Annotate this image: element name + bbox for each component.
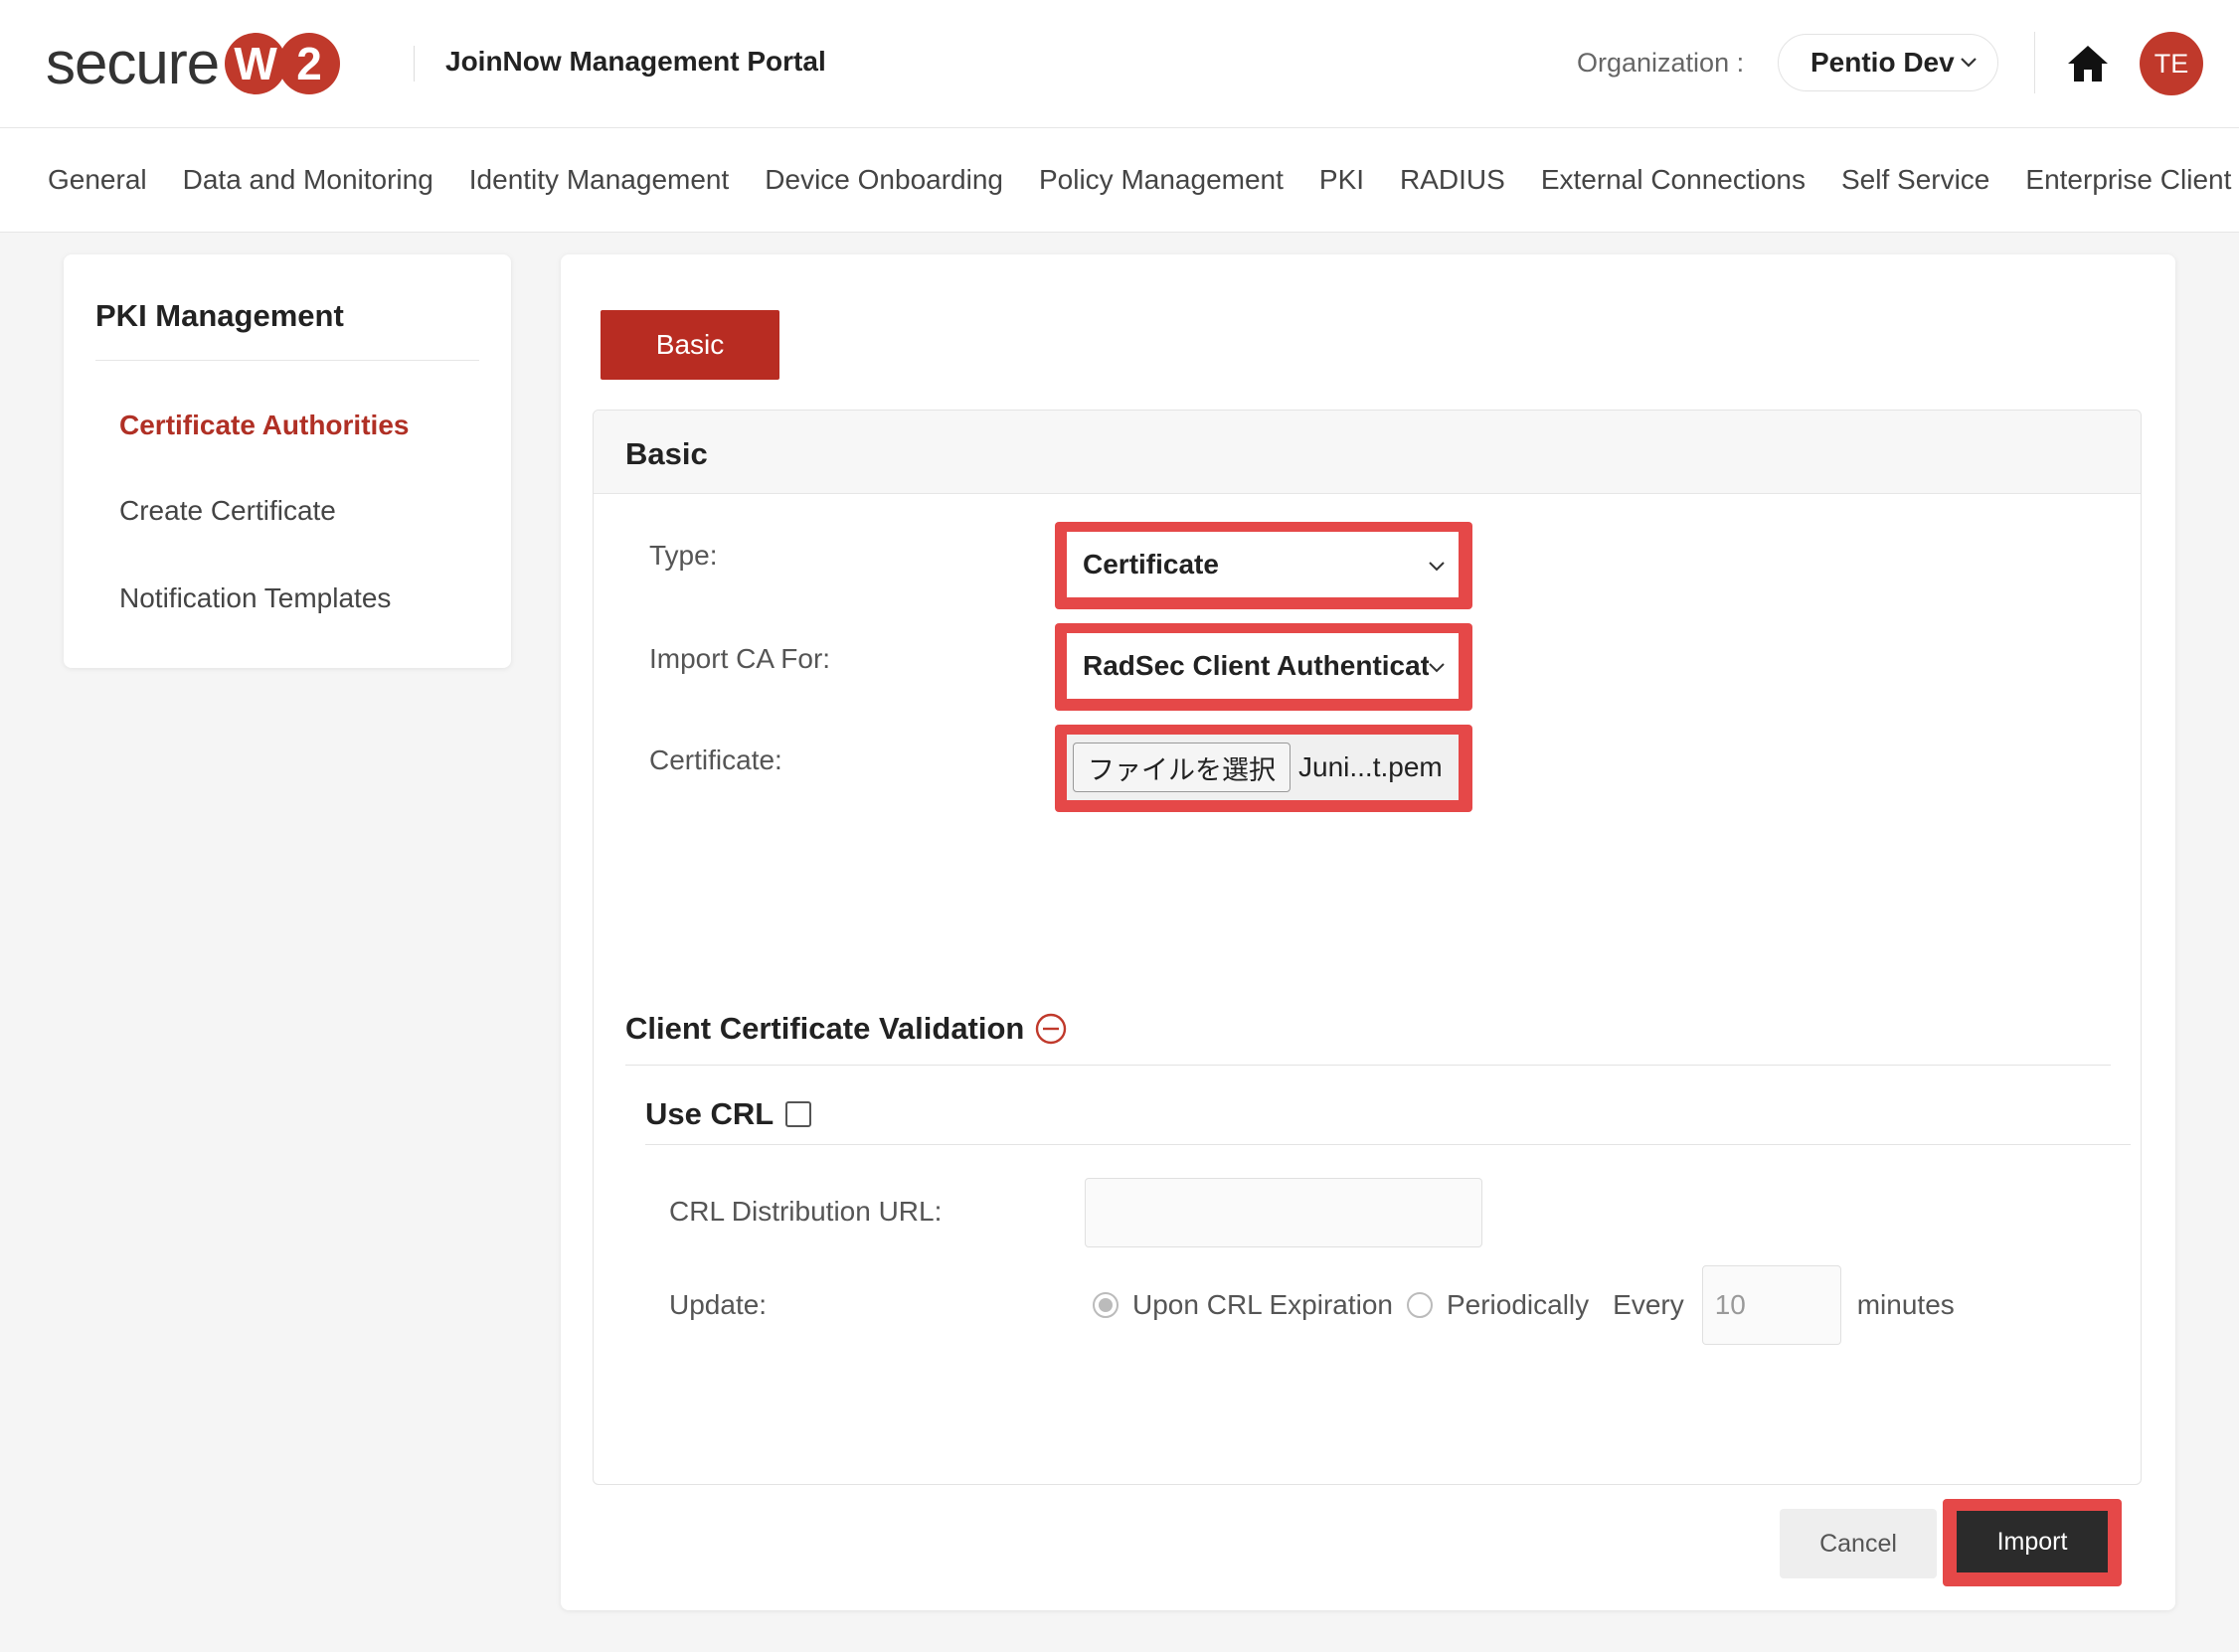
nav-self-service[interactable]: Self Service (1841, 164, 1989, 196)
logo-w: W (225, 33, 287, 94)
nav-pki[interactable]: PKI (1319, 164, 1364, 196)
nav-policy-management[interactable]: Policy Management (1039, 164, 1284, 196)
type-highlight: Certificate (1055, 522, 1472, 609)
update-options: Upon CRL Expiration Periodically Every m… (1093, 1265, 1955, 1345)
logo-2: 2 (278, 33, 341, 94)
nav-external-connections[interactable]: External Connections (1541, 164, 1806, 196)
portal-title: JoinNow Management Portal (445, 46, 826, 77)
nav-device-onboarding[interactable]: Device Onboarding (765, 164, 1003, 196)
import-ca-for-label: Import CA For: (649, 643, 831, 674)
main-content: Basic Basic Type: Certificate Import CA … (561, 254, 2175, 1610)
nav-enterprise-client[interactable]: Enterprise Client (2025, 164, 2231, 196)
nav-general[interactable]: General (48, 164, 147, 196)
choose-file-button[interactable]: ファイルを選択 (1073, 743, 1291, 792)
use-crl-label: Use CRL (645, 1096, 775, 1131)
type-select[interactable]: Certificate (1067, 532, 1459, 597)
app-header: secure W 2 JoinNow Management Portal Org… (0, 0, 2239, 128)
main-navigation: General Data and Monitoring Identity Man… (0, 128, 2239, 233)
section-divider (625, 1065, 2111, 1066)
collapse-minus-icon[interactable] (1034, 1012, 1068, 1046)
certificate-highlight: ファイルを選択 Juni...t.pem (1055, 725, 1472, 812)
certificate-file-input[interactable]: ファイルを選択 Juni...t.pem (1067, 735, 1459, 800)
type-label: Type: (649, 540, 718, 571)
radio-label-periodically: Periodically (1446, 1289, 1590, 1320)
logo-text: secure (46, 30, 220, 96)
logo-mark: W 2 (225, 33, 341, 94)
header-divider (414, 46, 415, 82)
every-minutes-input[interactable] (1701, 1265, 1841, 1345)
chevron-down-icon (1429, 663, 1445, 673)
sidebar-item-create-certificate[interactable]: Create Certificate (119, 495, 336, 527)
import-button[interactable]: Import (1957, 1511, 2108, 1572)
panel-header: Basic (594, 411, 2141, 494)
import-ca-for-select[interactable]: RadSec Client Authentication (1067, 633, 1459, 699)
use-crl-row: Use CRL (645, 1096, 812, 1132)
certificate-label: Certificate: (649, 744, 782, 775)
cancel-button[interactable]: Cancel (1780, 1509, 1937, 1578)
selected-file-name: Juni...t.pem (1298, 751, 1443, 782)
organization-value: Pentio Dev (1810, 47, 1955, 78)
nav-radius[interactable]: RADIUS (1400, 164, 1505, 196)
tab-basic[interactable]: Basic (601, 310, 779, 380)
chevron-down-icon (1429, 562, 1445, 572)
crl-distribution-url-label: CRL Distribution URL: (669, 1196, 943, 1227)
pki-sidebar: PKI Management Certificate Authorities C… (64, 254, 511, 668)
nav-data-and-monitoring[interactable]: Data and Monitoring (183, 164, 433, 196)
crl-divider (645, 1144, 2131, 1145)
sidebar-divider (95, 360, 479, 361)
user-avatar[interactable]: TE (2140, 32, 2203, 95)
section-title-text: Client Certificate Validation (625, 1011, 1025, 1046)
update-label: Update: (669, 1289, 768, 1320)
radio-label-upon-crl-expiration: Upon CRL Expiration (1132, 1289, 1393, 1320)
import-ca-for-highlight: RadSec Client Authentication (1055, 623, 1472, 711)
sidebar-item-certificate-authorities[interactable]: Certificate Authorities (119, 410, 409, 441)
sidebar-title: PKI Management (95, 298, 344, 333)
securew2-logo[interactable]: secure W 2 (46, 30, 341, 97)
nav-identity-management[interactable]: Identity Management (469, 164, 730, 196)
radio-upon-crl-expiration[interactable] (1093, 1292, 1119, 1318)
type-value: Certificate (1083, 549, 1219, 579)
home-icon[interactable] (2066, 44, 2110, 83)
client-certificate-validation-title: Client Certificate Validation (625, 1011, 1068, 1047)
radio-periodically[interactable] (1406, 1292, 1433, 1318)
basic-panel: Basic Type: Certificate Import CA For: R… (593, 410, 2142, 1485)
use-crl-checkbox[interactable] (785, 1101, 812, 1127)
sidebar-item-notification-templates[interactable]: Notification Templates (119, 582, 391, 614)
import-ca-for-value: RadSec Client Authentication (1083, 650, 1429, 681)
header-divider-right (2034, 32, 2035, 93)
crl-distribution-url-input[interactable] (1085, 1178, 1482, 1247)
chevron-down-icon (1961, 58, 1977, 68)
import-highlight: Import (1943, 1499, 2122, 1586)
panel-title: Basic (625, 436, 708, 471)
every-label: Every (1613, 1289, 1684, 1320)
organization-label: Organization : (1577, 48, 1745, 78)
organization-select[interactable]: Pentio Dev (1778, 34, 1998, 91)
minutes-label: minutes (1856, 1289, 1955, 1320)
